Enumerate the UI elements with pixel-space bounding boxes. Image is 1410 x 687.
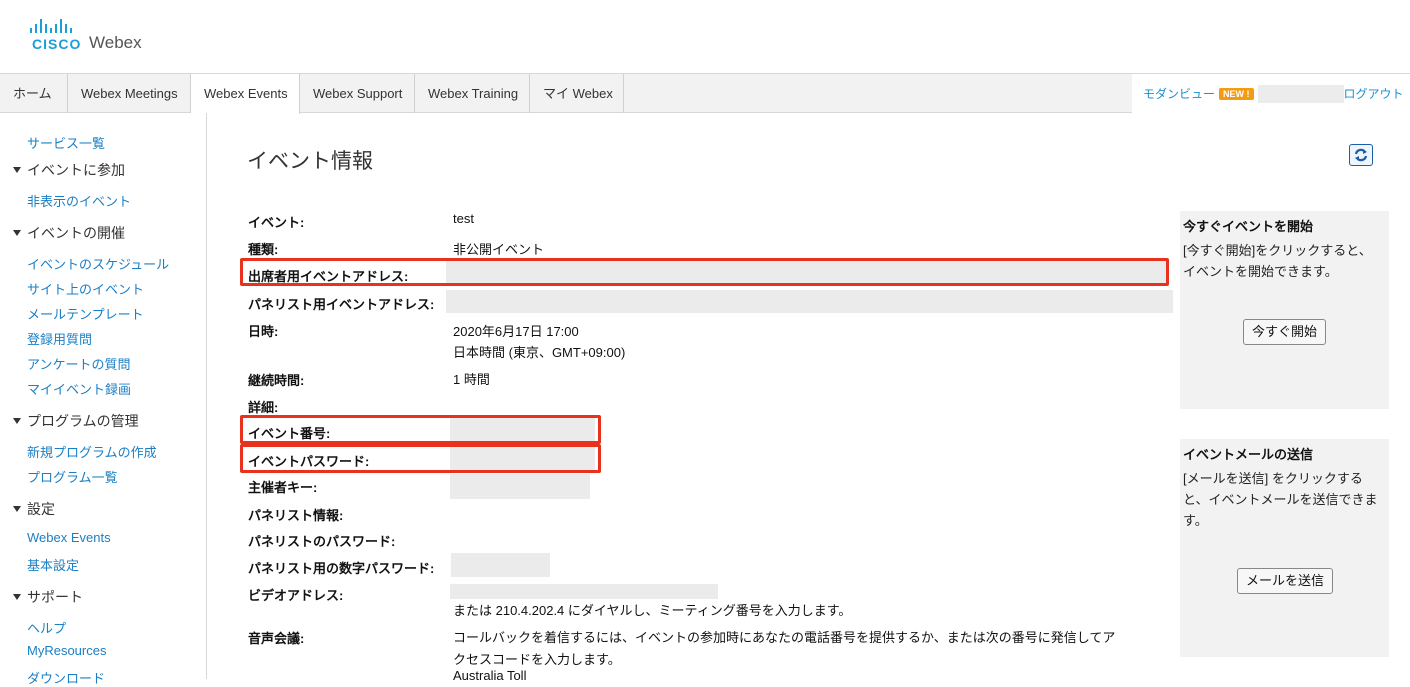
video-address-redacted — [450, 584, 718, 599]
mail-panel-text: [メールを送信] をクリックすると、イベントメールを送信できます。 — [1183, 471, 1378, 528]
label-details: 詳細: — [248, 400, 279, 415]
cisco-bars-icon — [30, 19, 168, 33]
label-panelist-numeric-password: パネリスト用の数字パスワード: — [248, 561, 435, 576]
value-audio-line2: クセスコードを入力します。 — [453, 652, 621, 667]
top-nav: ホーム Webex Meetings Webex Events Webex Su… — [0, 73, 1410, 114]
sidebar-item-webex-events[interactable]: Webex Events — [27, 530, 111, 545]
modern-view-link[interactable]: モダンビュー — [1143, 85, 1215, 102]
sidebar-item-schedule[interactable]: イベントのスケジュール — [27, 254, 169, 273]
cisco-webex-logo[interactable]: CISCO Webex — [28, 19, 168, 59]
panelist-url-redacted — [446, 290, 1173, 313]
tab-webex-training[interactable]: Webex Training — [415, 74, 530, 113]
sidebar-item-my-recordings[interactable]: マイイベント録画 — [27, 379, 131, 398]
header: CISCO Webex — [0, 0, 1410, 73]
label-duration: 継続時間: — [248, 373, 305, 388]
page-title: イベント情報 — [247, 150, 373, 173]
tab-home[interactable]: ホーム — [0, 74, 68, 113]
label-video-address: ビデオアドレス: — [248, 588, 344, 603]
mail-panel-heading: イベントメールの送信 — [1183, 447, 1314, 462]
label-panelist-url: パネリスト用イベントアドレス: — [248, 297, 435, 312]
triangle-down-icon — [13, 230, 21, 236]
value-audio-line1: コールバックを着信するには、イベントの参加時にあなたの電話番号を提供するか、また… — [453, 630, 1116, 645]
sidebar-section-support[interactable]: サポート — [13, 587, 83, 607]
sidebar-item-reg-questions[interactable]: 登録用質問 — [27, 329, 92, 348]
value-type: 非公開イベント — [453, 242, 545, 257]
sidebar-section-program[interactable]: プログラムの管理 — [13, 411, 139, 431]
panelist-numeric-password-redacted — [451, 553, 550, 577]
label-event: イベント: — [248, 215, 305, 230]
label-event-password: イベントパスワード: — [248, 454, 370, 469]
value-video-dial: または 210.4.202.4 にダイヤルし、ミーティング番号を入力します。 — [453, 603, 852, 618]
triangle-down-icon — [13, 167, 21, 173]
sidebar-item-hidden-events[interactable]: 非表示のイベント — [27, 191, 131, 210]
label-datetime: 日時: — [248, 324, 279, 339]
sidebar-item-survey-questions[interactable]: アンケートの質問 — [27, 354, 130, 373]
refresh-icon — [1354, 148, 1368, 162]
new-badge: NEW ! — [1219, 87, 1254, 100]
tab-webex-support[interactable]: Webex Support — [300, 74, 415, 113]
sidebar-section-label: イベントの開催 — [27, 225, 125, 241]
label-attendee-url: 出席者用イベントアドレス: — [248, 269, 409, 284]
triangle-down-icon — [13, 418, 21, 424]
sidebar-item-mail-templates[interactable]: メールテンプレート — [27, 304, 144, 323]
sidebar-section-label: プログラムの管理 — [27, 413, 139, 429]
sidebar-item-basic-settings[interactable]: 基本設定 — [27, 555, 79, 574]
send-mail-panel: イベントメールの送信 [メールを送信] をクリックすると、イベントメールを送信で… — [1180, 439, 1389, 657]
sidebar-section-label: サポート — [27, 589, 83, 605]
label-event-number: イベント番号: — [248, 426, 331, 441]
sidebar-section-settings[interactable]: 設定 — [13, 499, 55, 519]
start-panel-text: [今すぐ開始]をクリックすると、イベントを開始できます。 — [1183, 243, 1372, 279]
label-panelist-password: パネリストのパスワード: — [248, 534, 396, 549]
send-mail-button[interactable]: メールを送信 — [1237, 568, 1334, 594]
triangle-down-icon — [13, 506, 21, 512]
user-name-redacted — [1257, 84, 1344, 103]
value-duration: 1 時間 — [453, 372, 490, 387]
start-now-button[interactable]: 今すぐ開始 — [1243, 319, 1327, 345]
sidebar-section-label: 設定 — [27, 501, 55, 517]
sidebar: サービス一覧 イベントに参加 非表示のイベント イベントの開催 イベントのスケジ… — [0, 113, 207, 686]
sidebar-item-program-list[interactable]: プログラム一覧 — [27, 467, 118, 486]
label-audio-conference: 音声会議: — [248, 631, 305, 646]
value-timezone: 日本時間 (東京、GMT+09:00) — [453, 345, 626, 360]
triangle-down-icon — [13, 594, 21, 600]
tab-webex-events[interactable]: Webex Events — [191, 74, 300, 114]
logout-link[interactable]: ログアウト — [1344, 85, 1404, 102]
start-panel-heading: 今すぐイベントを開始 — [1183, 219, 1314, 234]
sidebar-section-host[interactable]: イベントの開催 — [13, 223, 125, 243]
sidebar-item-myresources[interactable]: MyResources — [27, 643, 106, 658]
value-audio-line3: Australia Toll — [453, 668, 527, 683]
value-date: 2020年6月17日 17:00 — [453, 324, 579, 339]
label-panelist-info: パネリスト情報: — [248, 508, 344, 523]
label-type: 種類: — [248, 242, 279, 257]
sidebar-section-join[interactable]: イベントに参加 — [13, 160, 125, 180]
host-key-redacted — [450, 474, 590, 499]
tab-my-webex[interactable]: マイ Webex — [530, 74, 624, 113]
nav-right: モダンビュー NEW ! ログアウト — [1132, 74, 1410, 113]
sidebar-item-new-program[interactable]: 新規プログラムの作成 — [27, 442, 157, 461]
logo-cisco-text: CISCO — [32, 36, 82, 52]
sidebar-item-help[interactable]: ヘルプ — [27, 618, 66, 637]
sidebar-item-site-events[interactable]: サイト上のイベント — [27, 279, 144, 298]
sidebar-item-service-list[interactable]: サービス一覧 — [27, 133, 105, 152]
value-event: test — [453, 211, 474, 226]
logo-webex-text: Webex — [89, 33, 142, 52]
tab-webex-meetings[interactable]: Webex Meetings — [68, 74, 191, 113]
nav-tabs: ホーム Webex Meetings Webex Events Webex Su… — [0, 74, 624, 114]
refresh-button[interactable] — [1349, 144, 1373, 166]
sidebar-section-label: イベントに参加 — [27, 162, 125, 178]
label-host-key: 主催者キー: — [248, 480, 318, 495]
start-event-panel: 今すぐイベントを開始 [今すぐ開始]をクリックすると、イベントを開始できます。 … — [1180, 211, 1389, 409]
sidebar-item-download[interactable]: ダウンロード — [27, 668, 105, 687]
